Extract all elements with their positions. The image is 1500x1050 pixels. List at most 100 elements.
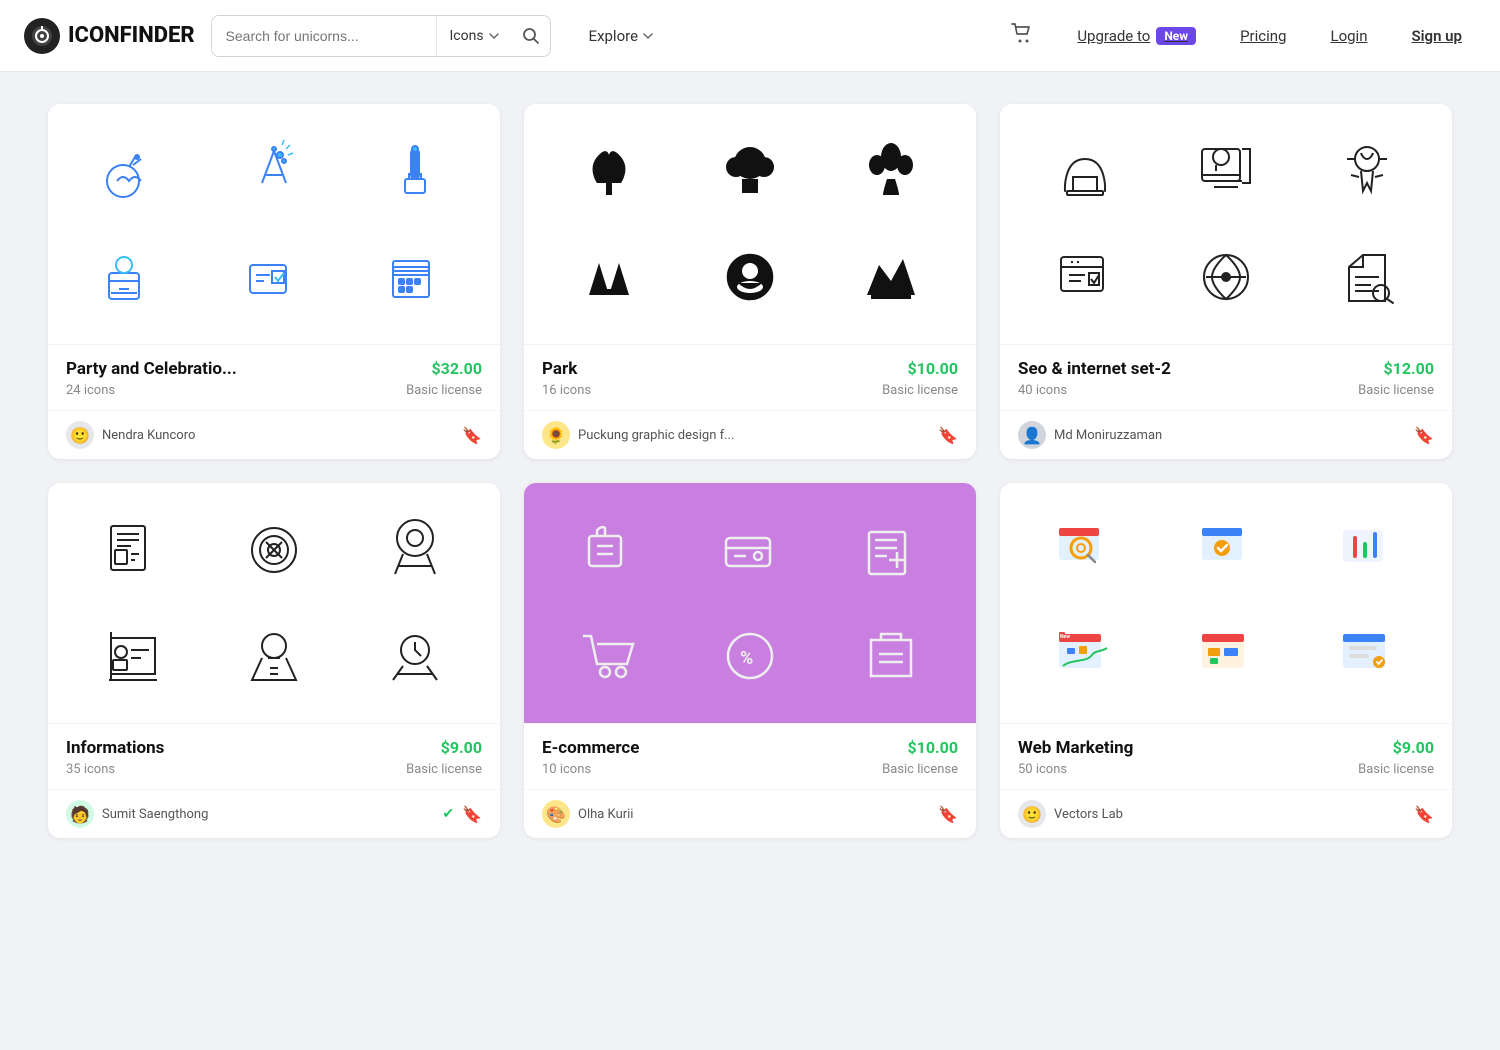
card-license-ecommerce: Basic license	[882, 762, 958, 777]
party-icon-5	[234, 237, 314, 317]
card-price-park: $10.00	[907, 359, 958, 378]
svg-text:New: New	[1060, 634, 1070, 640]
ecom-icon-2	[710, 510, 790, 590]
park-icon-6	[851, 237, 931, 317]
pricing-link[interactable]: Pricing	[1226, 19, 1300, 53]
svg-text:%: %	[740, 648, 753, 669]
card-ecommerce: % E-commerce $10.00 10 icons	[524, 483, 976, 838]
card-count-seo: 40 icons	[1018, 383, 1067, 398]
new-badge: New	[1156, 27, 1196, 45]
author-name-informations: Sumit Saengthong	[102, 807, 432, 822]
card-title-informations: Informations	[66, 738, 164, 758]
card-count-party: 24 icons	[66, 383, 115, 398]
card-preview-info	[48, 483, 500, 723]
card-license-seo: Basic license	[1358, 383, 1434, 398]
wm-icon-3	[1327, 510, 1407, 590]
park-icon-5	[710, 237, 790, 317]
search-icon	[522, 27, 540, 45]
card-price-webmarketing: $9.00	[1393, 738, 1434, 757]
nav-explore[interactable]: Explore	[575, 19, 669, 53]
logo-icon	[24, 18, 60, 54]
wm-icon-2	[1186, 510, 1266, 590]
info-icon-2	[234, 510, 314, 590]
card-title-seo: Seo & internet set-2	[1018, 359, 1171, 379]
card-count-ecommerce: 10 icons	[542, 762, 591, 777]
bookmark-icon-seo[interactable]: 🔖	[1414, 426, 1434, 445]
ecom-icon-1	[569, 510, 649, 590]
ecom-icon-6	[851, 616, 931, 696]
cart-button[interactable]	[997, 15, 1047, 57]
avatar-park: 🌻	[542, 421, 570, 449]
wm-icon-4: New	[1045, 616, 1125, 696]
card-price-ecommerce: $10.00	[907, 738, 958, 757]
logo[interactable]: ICONFINDER	[24, 18, 195, 54]
wm-icon-1	[1045, 510, 1125, 590]
card-seo: Seo & internet set-2 $12.00 40 icons Bas…	[1000, 104, 1452, 459]
card-title-party: Party and Celebratio...	[66, 359, 237, 379]
card-count-park: 16 icons	[542, 383, 591, 398]
search-input[interactable]	[212, 16, 437, 56]
card-info: Informations $9.00 35 icons Basic licens…	[48, 483, 500, 838]
card-party: Party and Celebratio... $32.00 24 icons …	[48, 104, 500, 459]
card-preview-ecommerce: %	[524, 483, 976, 723]
search-button[interactable]	[512, 27, 550, 45]
card-preview-seo	[1000, 104, 1452, 344]
info-icon-1	[93, 510, 173, 590]
verified-badge-informations: ✔	[442, 806, 454, 822]
chevron-down-icon	[488, 30, 500, 42]
card-info-seo: Seo & internet set-2 $12.00 40 icons Bas…	[1000, 344, 1452, 410]
seo-icon-6	[1327, 237, 1407, 317]
search-type-dropdown[interactable]: Icons	[436, 16, 511, 56]
bookmark-icon-park[interactable]: 🔖	[938, 426, 958, 445]
author-name-party: Nendra Kuncoro	[102, 428, 454, 443]
seo-icon-5	[1186, 237, 1266, 317]
card-price-informations: $9.00	[441, 738, 482, 757]
party-icon-1	[93, 131, 173, 211]
author-name-webmarketing: Vectors Lab	[1054, 807, 1406, 822]
park-icon-2	[710, 131, 790, 211]
card-price-party: $32.00	[431, 359, 482, 378]
card-preview-webmarketing: New	[1000, 483, 1452, 723]
seo-icon-1	[1045, 131, 1125, 211]
party-icon-6	[375, 237, 455, 317]
login-link[interactable]: Login	[1316, 19, 1381, 53]
author-name-park: Puckung graphic design f...	[578, 428, 930, 443]
seo-icon-4	[1045, 237, 1125, 317]
info-icon-3	[375, 510, 455, 590]
avatar-informations: 🧑	[66, 800, 94, 828]
card-preview-party	[48, 104, 500, 344]
card-license-webmarketing: Basic license	[1358, 762, 1434, 777]
card-info-webmarketing: Web Marketing $9.00 50 icons Basic licen…	[1000, 723, 1452, 789]
avatar-ecommerce: 🎨	[542, 800, 570, 828]
bookmark-icon-party[interactable]: 🔖	[462, 426, 482, 445]
card-preview-park	[524, 104, 976, 344]
card-footer-seo: 👤 Md Moniruzzaman 🔖	[1000, 410, 1452, 459]
info-icon-6	[375, 616, 455, 696]
author-name-seo: Md Moniruzzaman	[1054, 428, 1406, 443]
park-icon-4	[569, 237, 649, 317]
card-count-informations: 35 icons	[66, 762, 115, 777]
info-icon-5	[234, 616, 314, 696]
card-webmarketing: New	[1000, 483, 1452, 838]
card-park: Park $10.00 16 icons Basic license 🌻 Puc…	[524, 104, 976, 459]
wm-icon-6	[1327, 616, 1407, 696]
card-footer-party: 🙂 Nendra Kuncoro 🔖	[48, 410, 500, 459]
seo-icon-2	[1186, 131, 1266, 211]
bookmark-icon-informations[interactable]: 🔖	[462, 805, 482, 824]
signup-link[interactable]: Sign up	[1397, 19, 1476, 53]
main-content: Party and Celebratio... $32.00 24 icons …	[0, 72, 1500, 870]
card-info-informations: Informations $9.00 35 icons Basic licens…	[48, 723, 500, 789]
upgrade-button[interactable]: Upgrade to New	[1063, 19, 1210, 53]
card-footer-park: 🌻 Puckung graphic design f... 🔖	[524, 410, 976, 459]
card-title-webmarketing: Web Marketing	[1018, 738, 1133, 758]
card-count-webmarketing: 50 icons	[1018, 762, 1067, 777]
logo-text: ICONFINDER	[68, 23, 195, 48]
party-icon-3	[375, 131, 455, 211]
card-footer-webmarketing: 🙂 Vectors Lab 🔖	[1000, 789, 1452, 838]
card-title-ecommerce: E-commerce	[542, 738, 639, 758]
bookmark-icon-webmarketing[interactable]: 🔖	[1414, 805, 1434, 824]
card-footer-ecommerce: 🎨 Olha Kurii 🔖	[524, 789, 976, 838]
party-icon-2	[234, 131, 314, 211]
bookmark-icon-ecommerce[interactable]: 🔖	[938, 805, 958, 824]
card-info-park: Park $10.00 16 icons Basic license	[524, 344, 976, 410]
